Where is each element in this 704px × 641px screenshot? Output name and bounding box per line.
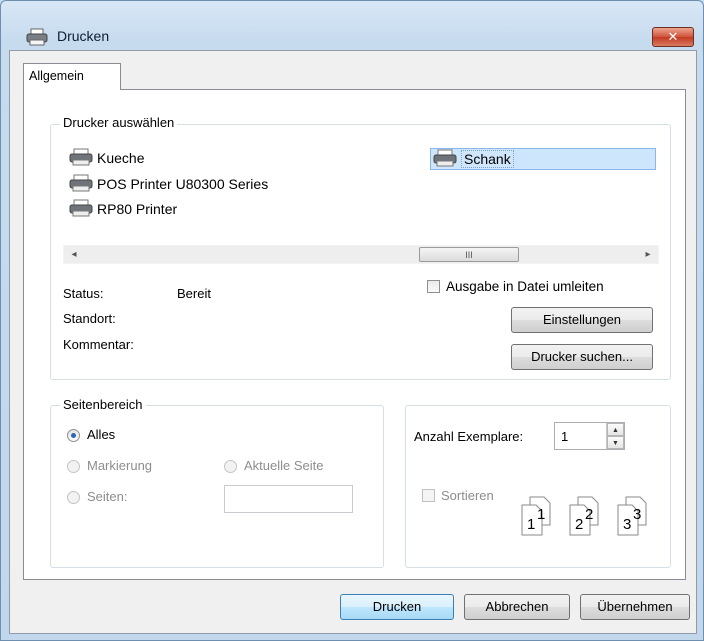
radio-all[interactable] [67, 429, 80, 442]
comment-label: Kommentar: [63, 337, 134, 352]
collate-page-number: 2 [585, 506, 594, 523]
copies-value: 1 [561, 429, 569, 444]
collate-label[interactable]: Sortieren [441, 488, 494, 503]
status-label: Status: [63, 286, 104, 301]
collate-page-number: 1 [537, 506, 546, 523]
print-button[interactable]: Drucken [340, 594, 454, 620]
printer-icon [68, 174, 94, 195]
apply-button[interactable]: Übernehmen [580, 594, 690, 620]
print-to-file-checkbox[interactable] [427, 280, 440, 293]
status-value: Bereit [177, 286, 211, 301]
print-to-file-label[interactable]: Ausgabe in Datei umleiten [446, 279, 604, 294]
printer-icon [25, 28, 49, 49]
radio-current-page[interactable] [224, 460, 237, 473]
printer-name: Kueche [97, 150, 145, 166]
printer-item-pos-printer[interactable]: POS Printer U80300 Series [68, 174, 268, 194]
spin-up-icon[interactable]: ▲ [607, 423, 624, 436]
location-label: Standort: [63, 311, 116, 326]
printer-icon [432, 149, 458, 170]
copies-input[interactable]: 1 ▲ ▼ [554, 422, 625, 450]
find-printer-button[interactable]: Drucker suchen... [511, 344, 653, 370]
printer-name: RP80 Printer [97, 201, 178, 217]
printer-item-kueche[interactable]: Kueche [68, 148, 144, 168]
spin-down-icon[interactable]: ▼ [607, 436, 624, 449]
close-button[interactable]: ✕ [652, 27, 694, 47]
printer-item-rp80[interactable]: RP80 Printer [68, 199, 177, 219]
copies-spinner[interactable]: ▲ ▼ [606, 423, 624, 449]
tab-allgemein[interactable]: Allgemein [23, 63, 121, 90]
printer-list-scrollbar[interactable]: ◂ III ▸ [63, 245, 659, 264]
settings-button[interactable]: Einstellungen [511, 307, 653, 333]
title-bar[interactable]: Drucken ✕ [1, 1, 703, 47]
collate-page-number: 3 [623, 516, 632, 533]
printer-item-schank[interactable]: Schank [432, 149, 514, 169]
radio-all-label[interactable]: Alles [87, 427, 115, 442]
radio-selection-label[interactable]: Markierung [87, 458, 152, 473]
printer-name: POS Printer U80300 Series [97, 176, 269, 192]
printer-icon [68, 199, 94, 220]
window-title: Drucken [57, 28, 110, 44]
printer-select-group-label: Drucker auswählen [60, 115, 178, 130]
page-range-group-label: Seitenbereich [60, 397, 146, 412]
scroll-left-arrow-icon[interactable]: ◂ [66, 247, 82, 263]
collate-page-number: 2 [575, 516, 584, 533]
cancel-button[interactable]: Abbrechen [464, 594, 570, 620]
collate-checkbox[interactable] [422, 489, 435, 502]
pages-input[interactable] [224, 485, 353, 513]
collate-page-number: 3 [633, 506, 642, 523]
radio-pages-label[interactable]: Seiten: [87, 489, 127, 504]
radio-current-page-label[interactable]: Aktuelle Seite [244, 458, 324, 473]
radio-pages[interactable] [67, 491, 80, 504]
printer-icon [68, 148, 94, 169]
copies-label: Anzahl Exemplare: [414, 429, 524, 444]
scroll-thumb[interactable]: III [419, 247, 519, 262]
collate-page-number: 1 [527, 516, 536, 533]
radio-selection[interactable] [67, 460, 80, 473]
printer-name: Schank [461, 150, 514, 168]
scroll-right-arrow-icon[interactable]: ▸ [640, 247, 656, 263]
